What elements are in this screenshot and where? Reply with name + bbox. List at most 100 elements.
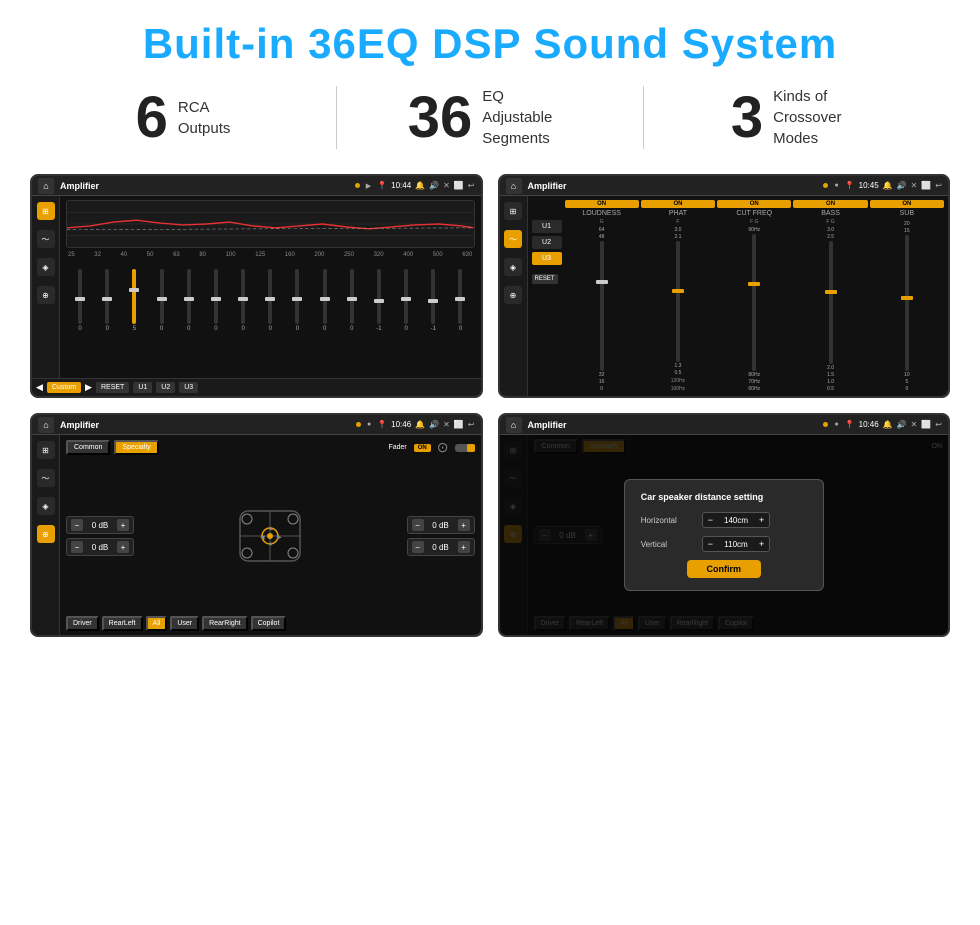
eq-freq-labels: 253240506380100125160200250320400500630 bbox=[66, 252, 475, 258]
eq-slider-4[interactable]: 0 bbox=[150, 262, 174, 332]
eq-slider-8[interactable]: 0 bbox=[258, 262, 282, 332]
spk-icon-4[interactable]: ⊕ bbox=[37, 525, 55, 543]
cross-ch-phat-label: PHAT bbox=[669, 210, 687, 217]
spk-tab-common[interactable]: Common bbox=[66, 440, 110, 455]
spk-icon-2[interactable]: 〜 bbox=[37, 469, 55, 487]
spk-ctrl-fl-plus[interactable]: + bbox=[117, 519, 129, 531]
cross-ch-loudness-on[interactable]: ON bbox=[565, 200, 639, 208]
eq-curve-area bbox=[66, 200, 475, 248]
eq-dot bbox=[355, 183, 360, 188]
eq-slider-12[interactable]: -1 bbox=[367, 262, 391, 332]
spk-home-icon[interactable]: ⌂ bbox=[38, 417, 54, 433]
eq-slider-10[interactable]: 0 bbox=[313, 262, 337, 332]
cross-ch-phat: ON PHAT F 3.0 2.1 1.3 bbox=[641, 200, 715, 392]
dialog-horizontal-plus[interactable]: + bbox=[759, 515, 764, 525]
spk-btn-user[interactable]: User bbox=[170, 616, 199, 631]
stats-row: 6 RCAOutputs 36 EQ AdjustableSegments 3 … bbox=[30, 86, 950, 149]
eq-icon-vol[interactable]: ◈ bbox=[37, 258, 55, 276]
cross-icon-4[interactable]: ⊕ bbox=[504, 286, 522, 304]
eq-topbar-icons: 📍 10:44 🔔 🔊 ✕ ⬜ ↩ bbox=[377, 181, 474, 190]
spk-ctrl-fr-minus[interactable]: − bbox=[412, 519, 424, 531]
eq-bottom-bar: ◀ Custom ▶ RESET U1 U2 U3 bbox=[32, 378, 481, 396]
spk-tabs-row: Common Specialty Fader ON ⊙ bbox=[66, 439, 475, 456]
spk-btn-rearright[interactable]: RearRight bbox=[202, 616, 248, 631]
eq-icon-wave[interactable]: 〜 bbox=[37, 230, 55, 248]
spk-btn-driver[interactable]: Driver bbox=[66, 616, 99, 631]
cross-ch-sub-on[interactable]: ON bbox=[870, 200, 944, 208]
cross-ch-phat-on[interactable]: ON bbox=[641, 200, 715, 208]
eq-slider-13[interactable]: 0 bbox=[394, 262, 418, 332]
spk-btn-rearleft[interactable]: RearLeft bbox=[102, 616, 143, 631]
stat-crossover-label: Kinds ofCrossover Modes bbox=[773, 86, 863, 149]
dialog-vertical-plus[interactable]: + bbox=[759, 539, 764, 549]
eq-slider-11[interactable]: 0 bbox=[340, 262, 364, 332]
eq-btn-reset[interactable]: RESET bbox=[96, 382, 129, 393]
spk-ctrl-rr-val: 0 dB bbox=[427, 543, 455, 552]
dialog-horizontal: Horizontal − 140cm + bbox=[641, 512, 807, 528]
eq-icon-channel[interactable]: ⊕ bbox=[37, 286, 55, 304]
spk-ctrl-rr-plus[interactable]: + bbox=[458, 541, 470, 553]
eq-icon-sliders[interactable]: ⊞ bbox=[37, 202, 55, 220]
eq-slider-7[interactable]: 0 bbox=[231, 262, 255, 332]
spk-title: Amplifier bbox=[60, 420, 99, 430]
dialog-horizontal-control: − 140cm + bbox=[702, 512, 771, 528]
spk-ctrl-rl: − 0 dB + bbox=[66, 538, 134, 556]
eq-slider-6[interactable]: 0 bbox=[204, 262, 228, 332]
cross-ch-cutfreq-label: CUT FREQ bbox=[736, 210, 772, 217]
eq-btn-u3[interactable]: U3 bbox=[179, 382, 198, 393]
cross-icon-1[interactable]: ⊞ bbox=[504, 202, 522, 220]
main-title: Built-in 36EQ DSP Sound System bbox=[143, 20, 837, 68]
dialog-vertical-value: 110cm bbox=[716, 540, 756, 549]
spkd-home-icon[interactable]: ⌂ bbox=[506, 417, 522, 433]
eq-screen: ⌂ Amplifier ▶ 📍 10:44 🔔 🔊 ✕ ⬜ ↩ bbox=[32, 176, 481, 396]
stat-eq-label: EQ AdjustableSegments bbox=[482, 86, 572, 149]
spk-tab-specialty[interactable]: Specialty bbox=[114, 440, 158, 455]
stat-eq-number: 36 bbox=[408, 89, 473, 147]
eq-slider-1[interactable]: 0 bbox=[68, 262, 92, 332]
eq-slider-5[interactable]: 0 bbox=[177, 262, 201, 332]
stat-rca-label: RCAOutputs bbox=[178, 97, 231, 139]
spk-ctrl-fr-plus[interactable]: + bbox=[458, 519, 470, 531]
spkd-time: 10:46 bbox=[859, 420, 879, 429]
cross-icon-3[interactable]: ◈ bbox=[504, 258, 522, 276]
spkd-screen: ⌂ Amplifier ● 📍 10:46 🔔 🔊 ✕ ⬜ ↩ bbox=[500, 415, 949, 635]
spk-ctrl-fl-minus[interactable]: − bbox=[71, 519, 83, 531]
eq-btn-u2[interactable]: U2 bbox=[156, 382, 175, 393]
dialog-horizontal-label: Horizontal bbox=[641, 516, 696, 525]
dialog-horizontal-minus[interactable]: − bbox=[708, 515, 713, 525]
cross-channels: ON LOUDNESS G 64 48 32 bbox=[565, 200, 945, 392]
eq-preset-custom[interactable]: Custom bbox=[47, 382, 81, 393]
spk-ctrl-rr-minus[interactable]: − bbox=[412, 541, 424, 553]
dialog-vertical-control: − 110cm + bbox=[702, 536, 771, 552]
cross-icon-2[interactable]: 〜 bbox=[504, 230, 522, 248]
confirm-button[interactable]: Confirm bbox=[687, 560, 762, 578]
spk-ctrl-rl-minus[interactable]: − bbox=[71, 541, 83, 553]
spk-btn-all[interactable]: All bbox=[146, 616, 168, 631]
eq-slider-15[interactable]: 0 bbox=[448, 262, 472, 332]
spk-ctrl-rl-plus[interactable]: + bbox=[117, 541, 129, 553]
cross-u3[interactable]: U3 bbox=[532, 252, 562, 265]
eq-slider-3[interactable]: 5 bbox=[122, 262, 146, 332]
eq-slider-9[interactable]: 0 bbox=[285, 262, 309, 332]
spk-icon-1[interactable]: ⊞ bbox=[37, 441, 55, 459]
svg-text:▶: ▶ bbox=[277, 535, 282, 541]
dialog-vertical-minus[interactable]: − bbox=[708, 539, 713, 549]
eq-btn-u1[interactable]: U1 bbox=[133, 382, 152, 393]
cross-home-icon[interactable]: ⌂ bbox=[506, 178, 522, 194]
spk-sidebar: ⊞ 〜 ◈ ⊕ bbox=[32, 435, 60, 635]
svg-text:▲: ▲ bbox=[268, 526, 274, 532]
home-icon[interactable]: ⌂ bbox=[38, 178, 54, 194]
eq-slider-14[interactable]: -1 bbox=[421, 262, 445, 332]
screen-eq: ⌂ Amplifier ▶ 📍 10:44 🔔 🔊 ✕ ⬜ ↩ bbox=[30, 174, 483, 398]
cross-ch-cutfreq-on[interactable]: ON bbox=[717, 200, 791, 208]
cross-reset-btn[interactable]: RESET bbox=[532, 274, 558, 284]
spk-btn-copilot[interactable]: Copilot bbox=[251, 616, 287, 631]
spk-icon-3[interactable]: ◈ bbox=[37, 497, 55, 515]
eq-body: ⊞ 〜 ◈ ⊕ bbox=[32, 196, 481, 378]
cross-u2[interactable]: U2 bbox=[532, 236, 562, 249]
cross-u1[interactable]: U1 bbox=[532, 220, 562, 233]
cross-ch-bass: ON BASS F G 3.0 2.5 2.0 bbox=[793, 200, 867, 392]
eq-slider-2[interactable]: 0 bbox=[95, 262, 119, 332]
spk-fader-on[interactable]: ON bbox=[414, 444, 431, 452]
cross-ch-bass-on[interactable]: ON bbox=[793, 200, 867, 208]
